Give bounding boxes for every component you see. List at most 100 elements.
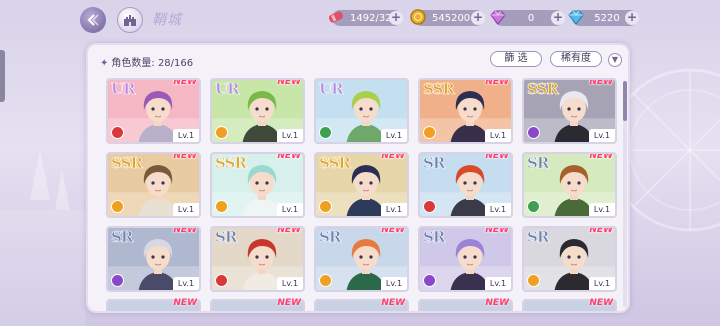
new-badge: NEW xyxy=(381,298,405,308)
character-card[interactable]: SSR NEW Lv.1 xyxy=(418,78,513,144)
element-icon xyxy=(111,200,124,213)
rarity-sort-button[interactable]: 稀有度 xyxy=(550,51,602,67)
gold-counter: 545200 + xyxy=(410,9,485,26)
element-icon xyxy=(215,274,228,287)
rarity-badge: SSR xyxy=(111,154,143,172)
back-button[interactable] xyxy=(80,7,106,33)
new-badge: NEW xyxy=(589,298,613,308)
new-badge: NEW xyxy=(485,226,509,235)
level-label: Lv.1 xyxy=(173,277,199,290)
paid-gem-add-button[interactable]: + xyxy=(551,11,565,25)
castle-icon xyxy=(124,15,136,26)
character-card-partial[interactable]: NEW xyxy=(418,298,513,311)
level-label: Lv.1 xyxy=(381,129,407,142)
character-card[interactable]: SR NEW Lv.1 xyxy=(418,226,513,292)
rarity-badge: SR xyxy=(423,154,446,172)
rarity-badge: SR xyxy=(215,228,238,246)
new-badge: NEW xyxy=(173,226,197,235)
element-icon xyxy=(527,126,540,139)
rarity-badge: SR xyxy=(423,228,446,246)
new-badge: NEW xyxy=(277,78,301,87)
rarity-badge: SSR xyxy=(423,80,455,98)
rarity-badge: SR xyxy=(319,228,342,246)
character-card-partial[interactable]: NEW xyxy=(210,298,305,311)
element-icon xyxy=(215,126,228,139)
character-card[interactable]: UR Lv.1 xyxy=(314,78,409,144)
home-button[interactable] xyxy=(117,7,143,33)
element-icon xyxy=(111,126,124,139)
level-label: Lv.1 xyxy=(277,129,303,142)
level-label: Lv.1 xyxy=(589,203,615,216)
level-label: Lv.1 xyxy=(381,203,407,216)
back-arrow-icon xyxy=(87,14,99,26)
character-card[interactable]: SR NEW Lv.1 xyxy=(106,226,201,292)
new-badge: NEW xyxy=(277,152,301,161)
new-badge: NEW xyxy=(589,152,613,161)
rarity-badge: SR xyxy=(527,154,550,172)
character-card[interactable]: UR NEW Lv.1 xyxy=(210,78,305,144)
character-card[interactable]: SSR NEW Lv.1 xyxy=(210,152,305,218)
element-icon xyxy=(111,274,124,287)
rarity-badge: UR xyxy=(215,80,240,98)
new-badge: NEW xyxy=(589,78,613,87)
character-card-partial[interactable]: NEW xyxy=(106,298,201,311)
diamond-icon xyxy=(490,10,506,25)
level-label: Lv.1 xyxy=(277,203,303,216)
chevron-down-icon: ▼ xyxy=(611,55,619,64)
page-title: 鞘城 xyxy=(152,12,182,28)
new-badge: NEW xyxy=(277,226,301,235)
character-card[interactable]: SR NEW Lv.1 xyxy=(522,152,617,218)
crystal-icon xyxy=(568,10,584,25)
new-badge: NEW xyxy=(381,152,405,161)
character-card-partial[interactable]: NEW xyxy=(314,298,409,311)
character-count-label: 角色数量: 28/166 xyxy=(111,58,194,69)
character-card[interactable]: SR NEW Lv.1 xyxy=(418,152,513,218)
character-grid: UR NEW Lv.1 UR NEW Lv.1 UR Lv.1 SSR NEW … xyxy=(106,78,617,292)
top-bar: 鞘城 1492/32 + 545200 + 0 + 5220 + xyxy=(0,0,720,36)
level-label: Lv.1 xyxy=(173,129,199,142)
character-card[interactable]: SSR NEW Lv.1 xyxy=(106,152,201,218)
coin-icon xyxy=(410,9,426,25)
level-label: Lv.1 xyxy=(173,203,199,216)
rarity-badge: UR xyxy=(319,80,344,98)
rarity-badge: UR xyxy=(111,80,136,98)
element-icon xyxy=(215,200,228,213)
character-card[interactable]: SSR NEW Lv.1 xyxy=(314,152,409,218)
side-drawer-handle[interactable] xyxy=(0,50,5,102)
element-icon xyxy=(319,274,332,287)
element-icon xyxy=(527,200,540,213)
stamina-add-button[interactable]: + xyxy=(389,11,403,25)
scrollbar[interactable] xyxy=(623,81,627,307)
character-card[interactable]: SR NEW Lv.1 xyxy=(210,226,305,292)
scrollbar-thumb[interactable] xyxy=(623,81,627,121)
character-card[interactable]: UR NEW Lv.1 xyxy=(106,78,201,144)
new-badge: NEW xyxy=(485,298,509,308)
new-badge: NEW xyxy=(173,152,197,161)
character-count: ✦ 角色数量: 28/166 xyxy=(100,54,193,69)
character-card[interactable]: SSR NEW Lv.1 xyxy=(522,78,617,144)
new-badge: NEW xyxy=(381,226,405,235)
rarity-badge: SSR xyxy=(527,80,559,98)
free-gem-add-button[interactable]: + xyxy=(625,11,639,25)
filter-button[interactable]: 篩 选 xyxy=(490,51,542,67)
character-card[interactable]: SR NEW Lv.1 xyxy=(314,226,409,292)
element-icon xyxy=(423,200,436,213)
gold-add-button[interactable]: + xyxy=(471,11,485,25)
sort-order-button[interactable]: ▼ xyxy=(608,53,622,67)
sparkle-icon: ✦ xyxy=(100,58,109,69)
rarity-badge: SSR xyxy=(215,154,247,172)
element-icon xyxy=(319,200,332,213)
character-card-partial[interactable]: NEW xyxy=(522,298,617,311)
rarity-badge: SR xyxy=(527,228,550,246)
free-gem-counter: 5220 + xyxy=(568,10,639,26)
level-label: Lv.1 xyxy=(589,277,615,290)
new-badge: NEW xyxy=(589,226,613,235)
new-badge: NEW xyxy=(277,298,301,308)
candy-icon xyxy=(328,11,344,23)
level-label: Lv.1 xyxy=(277,277,303,290)
new-badge: NEW xyxy=(173,78,197,87)
new-badge: NEW xyxy=(485,78,509,87)
character-list-panel: ✦ 角色数量: 28/166 篩 选 稀有度 ▼ UR NEW Lv.1 UR … xyxy=(86,43,630,313)
level-label: Lv.1 xyxy=(485,277,511,290)
character-card[interactable]: SR NEW Lv.1 xyxy=(522,226,617,292)
